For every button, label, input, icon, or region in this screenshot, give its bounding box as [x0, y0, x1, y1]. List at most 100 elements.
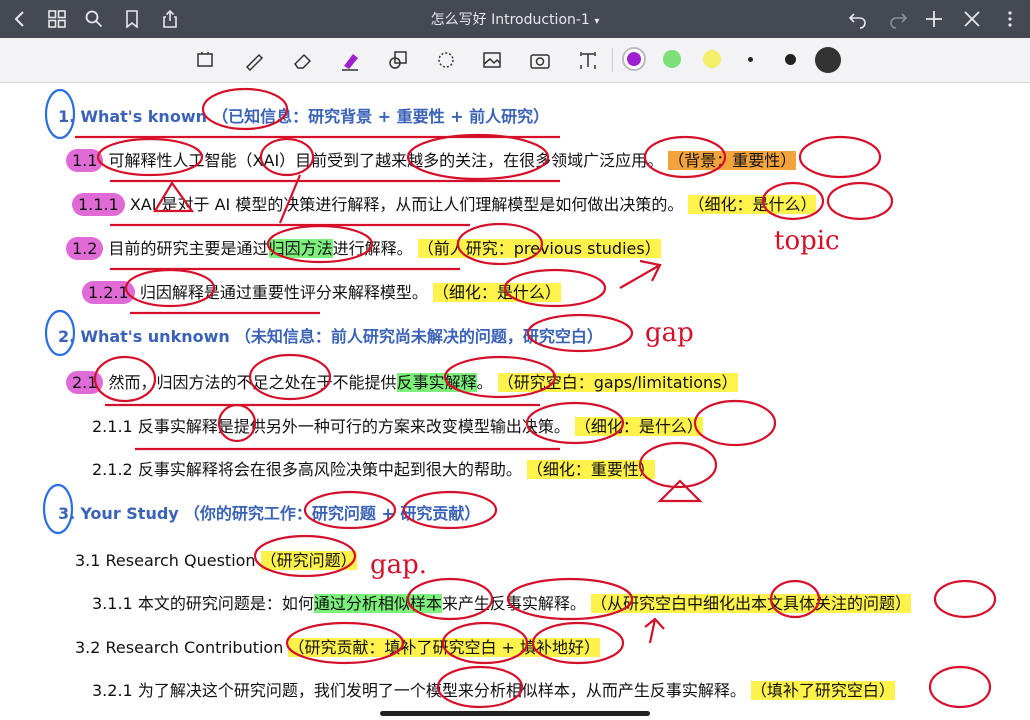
item-text: 然而，归因方法的不足之处在于不能提供: [108, 373, 397, 392]
add-icon[interactable]: [922, 7, 946, 31]
item-text: 反事实解释是提供另外一种可行的方案来改变模型输出决策。: [137, 417, 570, 436]
item-highlight: 反事实解释: [396, 373, 477, 392]
ink-circle: [933, 579, 997, 619]
item-number: 2.1: [66, 371, 104, 394]
color-swatch-yellow[interactable]: [703, 50, 721, 68]
color-swatch-purple[interactable]: [622, 47, 646, 71]
undo-icon[interactable]: [846, 7, 870, 31]
ink-circle: [693, 399, 777, 447]
stroke-size-small[interactable]: [748, 57, 753, 62]
chevron-down-icon: ▾: [594, 16, 600, 27]
line-2-1-1: 2.1.1 反事实解释是提供另外一种可行的方案来改变模型输出决策。 （细化：是什…: [92, 413, 703, 437]
line-1-2-1: 1.2.1 归因解释是通过重要性评分来解释模型。 （细化：是什么）: [82, 279, 561, 304]
subsection-title: 3.1 Research Question: [75, 551, 256, 570]
document-title[interactable]: 怎么写好 Introduction-1 ▾: [380, 9, 650, 29]
item-number: 2.1.1: [92, 417, 133, 436]
line-1-2: 1.2 目前的研究主要是通过归因方法进行解释。 （前人研究：previous s…: [66, 235, 661, 260]
grid-icon[interactable]: [45, 7, 69, 31]
research-question-heading: 3.1 Research Question （研究问题）: [75, 547, 357, 571]
top-navigation-bar: 怎么写好 Introduction-1 ▾: [0, 0, 1030, 38]
section-title-zh: （你的研究工作：研究问题 + 研究贡献）: [183, 504, 481, 523]
ink-arrow: [619, 259, 662, 289]
section-1-heading: 1. What's known （已知信息：研究背景 + 重要性 + 前人研究）: [58, 103, 549, 127]
note-page[interactable]: 1. What's known （已知信息：研究背景 + 重要性 + 前人研究）…: [0, 83, 1030, 720]
image-icon[interactable]: [478, 46, 506, 74]
close-edit-icon[interactable]: [960, 7, 984, 31]
document-title-text: 怎么写好 Introduction-1: [430, 12, 590, 28]
line-3-2-1: 3.2.1 为了解决这个研究问题，我们发明了一个模型来分析相似样本，从而产生反事…: [92, 677, 895, 701]
item-text: 可解释性人工智能（XAI）目前受到了越来越多的关注，在很多领域广泛应用。: [108, 151, 664, 170]
ink-circle: [928, 665, 992, 709]
ink-arrow: [644, 617, 665, 644]
line-2-1: 2.1 然而，归因方法的不足之处在于不能提供反事实解释。 （研究空白：gaps/…: [66, 369, 738, 394]
section-number: 1.: [58, 107, 76, 126]
section-title-zh: （已知信息：研究背景 + 重要性 + 前人研究）: [212, 107, 550, 126]
subsection-title: 3.2 Research Contribution: [75, 638, 284, 657]
item-tag: （细化：是什么）: [432, 283, 561, 302]
ink-circle: [826, 181, 894, 221]
search-icon[interactable]: [82, 7, 106, 31]
item-text: 归因解释是通过重要性评分来解释模型。: [139, 283, 428, 302]
stroke-size-medium[interactable]: [785, 54, 796, 65]
ink-gap-label: gap: [645, 318, 694, 348]
section-title-en: Your Study: [80, 504, 179, 523]
item-tag: （细化：重要性）: [526, 460, 655, 479]
section-number: 3.: [58, 504, 76, 523]
ink-topic-label: topic: [774, 226, 840, 256]
item-number: 3.2.1: [92, 681, 133, 700]
item-tag: （背景：重要性）: [668, 151, 797, 170]
item-number: 2.1.2: [92, 460, 133, 479]
item-number: 1.2.1: [82, 281, 135, 304]
ink-circle: [798, 135, 882, 179]
share-icon[interactable]: [158, 7, 182, 31]
item-number: 1.2: [66, 237, 104, 260]
line-2-1-2: 2.1.2 反事实解释将会在很多高风险决策中起到很大的帮助。 （细化：重要性）: [92, 456, 655, 480]
stroke-size-large[interactable]: [815, 47, 841, 73]
research-contribution-heading: 3.2 Research Contribution （研究贡献：填补了研究空白 …: [75, 634, 601, 658]
text-icon[interactable]: [574, 46, 602, 74]
item-text: 为了解决这个研究问题，我们发明了一个模型来分析相似样本，从而产生反事实解释。: [137, 681, 746, 700]
item-highlight: 通过分析相似样本: [313, 594, 442, 613]
item-tag: （研究问题）: [260, 551, 357, 570]
line-3-1-1: 3.1.1 本文的研究问题是：如何通过分析相似样本来产生反事实解释。 （从研究空…: [92, 590, 911, 614]
pen-icon[interactable]: [240, 46, 268, 74]
more-icon[interactable]: [998, 7, 1022, 31]
drawing-toolbar: [0, 38, 1030, 83]
lasso-icon[interactable]: [192, 46, 220, 74]
section-3-heading: 3. Your Study （你的研究工作：研究问题 + 研究贡献）: [58, 500, 480, 524]
item-tag: （前人研究：previous studies）: [417, 239, 661, 258]
handwritten-annotations: topic gap gap.: [42, 87, 997, 709]
item-text: 本文的研究问题是：如何: [137, 594, 314, 613]
back-icon[interactable]: [8, 7, 32, 31]
select-icon[interactable]: [432, 46, 460, 74]
item-number: 1.1: [66, 149, 104, 172]
line-1-1: 1.1 可解释性人工智能（XAI）目前受到了越来越多的关注，在很多领域广泛应用。…: [66, 147, 797, 172]
eraser-icon[interactable]: [288, 46, 316, 74]
item-text: 目前的研究主要是通过: [108, 239, 269, 258]
item-text: 反事实解释将会在很多高风险决策中起到很大的帮助。: [137, 460, 522, 479]
bookmark-icon[interactable]: [120, 7, 144, 31]
camera-icon[interactable]: [526, 46, 554, 74]
section-title-zh: （未知信息：前人研究尚未解决的问题，研究空白）: [234, 327, 603, 346]
section-number: 2.: [58, 327, 76, 346]
item-tag: （填补了研究空白）: [750, 681, 895, 700]
shapes-icon[interactable]: [384, 46, 412, 74]
section-title-en: What's unknown: [80, 327, 230, 346]
item-text-end: 来产生反事实解释。: [441, 594, 586, 613]
item-highlight: 归因方法: [268, 239, 333, 258]
item-text-end: 进行解释。: [332, 239, 413, 258]
ink-triangle: [657, 479, 703, 503]
item-tag: （从研究空白中细化出本文具体关注的问题）: [590, 594, 911, 613]
item-number: 3.1.1: [92, 594, 133, 613]
ink-gap-label-2: gap.: [370, 550, 427, 580]
line-1-1-1: 1.1.1 XAI 是对于 AI 模型的决策进行解释，从而让人们理解模型是如何做…: [72, 191, 817, 216]
highlighter-icon[interactable]: [336, 46, 364, 74]
color-swatch-green[interactable]: [663, 50, 681, 68]
redo-icon[interactable]: [886, 7, 910, 31]
home-indicator: [380, 711, 650, 716]
item-tag: （细化：是什么）: [688, 195, 817, 214]
item-number: 1.1.1: [72, 193, 125, 216]
item-tag: （研究空白：gaps/limitations）: [497, 373, 738, 392]
toolbar-divider: [612, 48, 613, 72]
item-text-end: 。: [476, 373, 493, 392]
